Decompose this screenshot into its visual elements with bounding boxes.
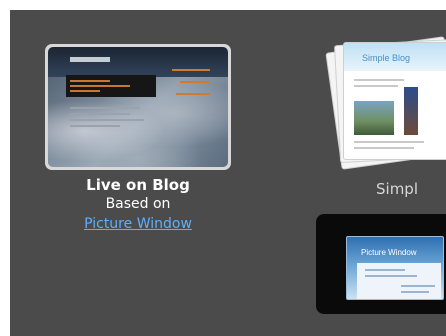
live-template-name: Live on Blog <box>86 176 190 194</box>
simple-template-preview: Simple Blog <box>343 42 446 160</box>
picture-window-preview: Picture Window <box>346 236 444 300</box>
preview-content-sheet <box>357 263 441 299</box>
picture-window-preview-title: Picture Window <box>361 248 417 257</box>
picture-window-template-card[interactable]: Picture Window <box>316 214 446 314</box>
simple-template-label: Simpl <box>376 180 418 198</box>
preview-photo <box>354 101 394 135</box>
preview-title-bar <box>70 57 110 62</box>
live-template-preview <box>48 47 228 167</box>
live-template-thumbnail[interactable] <box>45 44 231 170</box>
simple-template-thumbnail[interactable]: Simple Blog <box>325 36 446 170</box>
preview-photo <box>404 87 418 135</box>
template-gallery: Live on Blog Based on Picture Window Sim… <box>10 10 446 336</box>
based-on-label: Based on <box>105 196 171 212</box>
base-template-link[interactable]: Picture Window <box>45 216 231 232</box>
simple-preview-title: Simple Blog <box>362 53 411 63</box>
preview-content-box <box>66 75 156 97</box>
